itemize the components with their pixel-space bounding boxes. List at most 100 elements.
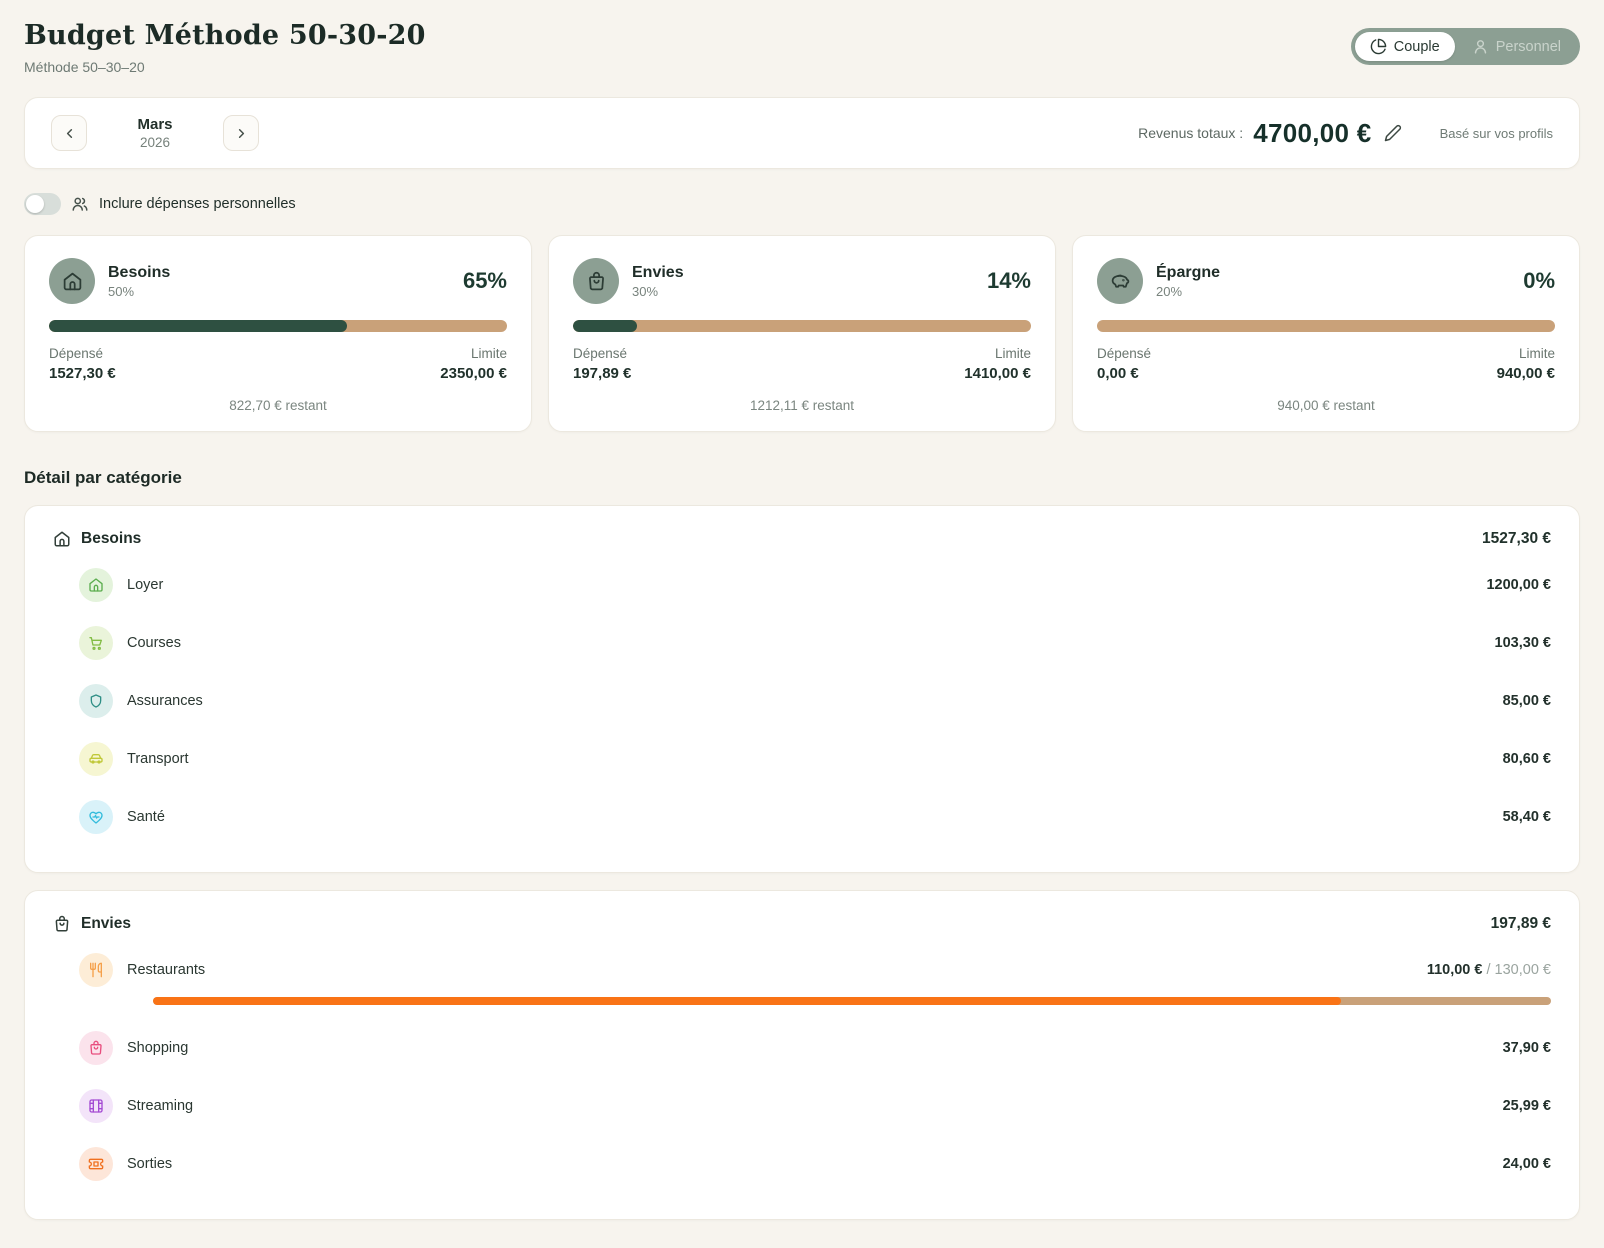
toggle-couple-label: Couple [1394,39,1440,55]
include-personal-row: Inclure dépenses personnelles [24,193,1580,215]
category-label: Sorties [127,1156,172,1172]
section-total: 1527,30 € [1482,530,1551,548]
edit-revenue-button[interactable] [1384,124,1402,142]
category-amount: 25,99 € [1503,1098,1551,1114]
shopping-bag-icon [88,1040,104,1056]
home-icon [62,271,83,292]
category-label: Transport [127,751,189,767]
home-icon [53,530,71,548]
remaining-value: 1212,11 € restant [573,398,1031,413]
category-label: Courses [127,635,181,651]
card-used-pct: 65% [463,268,507,294]
category-amount: 1200,00 € [1486,577,1551,593]
category-row-sante[interactable]: Santé 58,40 € [53,788,1551,846]
limit-value: 940,00 € [1497,365,1555,382]
month-label: Mars 2026 [127,116,183,150]
category-row-transport[interactable]: Transport 80,60 € [53,730,1551,788]
section-name: Envies [81,915,131,933]
card-target-pct: 30% [632,284,684,299]
chevron-right-icon [234,126,249,141]
pie-chart-icon [1370,38,1387,55]
epargne-progress-bar [1097,320,1555,332]
summary-card-envies: Envies 30% 14% Dépensé 197,89 € Limite 1… [548,235,1056,432]
card-target-pct: 20% [1156,284,1220,299]
remaining-value: 822,70 € restant [49,398,507,413]
spent-value: 1527,30 € [49,365,116,382]
besoins-progress-bar [49,320,507,332]
category-amount: 85,00 € [1503,693,1551,709]
toggle-personal-button[interactable]: Personnel [1457,32,1576,61]
home-icon [88,577,104,593]
besoins-avatar [49,258,95,304]
limit-value: 2350,00 € [440,365,507,382]
page-subtitle: Méthode 50–30–20 [24,59,426,75]
card-title: Épargne [1156,264,1220,282]
category-label: Loyer [127,577,163,593]
category-row-sorties[interactable]: Sorties 24,00 € [53,1135,1551,1193]
car-icon [88,751,104,767]
film-icon [88,1098,104,1114]
include-personal-label: Inclure dépenses personnelles [99,196,296,212]
category-label: Restaurants [127,962,205,978]
shield-icon [88,693,104,709]
remaining-value: 940,00 € restant [1097,398,1555,413]
chevron-left-icon [62,126,77,141]
category-label: Santé [127,809,165,825]
spent-label: Dépensé [1097,346,1151,361]
category-label: Streaming [127,1098,193,1114]
spent-value: 0,00 € [1097,365,1151,382]
revenue-hint: Basé sur vos profils [1440,126,1553,141]
section-total: 197,89 € [1491,915,1551,933]
limit-label: Limite [440,346,507,361]
piggy-bank-icon [1110,271,1131,292]
budget-page: Budget Méthode 50-30-20 Méthode 50–30–20… [0,0,1604,1248]
section-header: Envies 197,89 € [53,915,1551,933]
card-used-pct: 0% [1523,268,1555,294]
pencil-icon [1384,124,1402,142]
category-label: Shopping [127,1040,188,1056]
section-envies: Envies 197,89 € Restaurants 110,00 € / 1… [24,890,1580,1220]
card-target-pct: 50% [108,284,170,299]
category-amount: 37,90 € [1503,1040,1551,1056]
category-row-restaurants[interactable]: Restaurants 110,00 € / 130,00 € [53,933,1551,1019]
section-header: Besoins 1527,30 € [53,530,1551,548]
limit-label: Limite [1497,346,1555,361]
category-row-shopping[interactable]: Shopping 37,90 € [53,1019,1551,1077]
utensils-icon [88,962,104,978]
top-header: Budget Méthode 50-30-20 Méthode 50–30–20… [24,20,1580,75]
category-amount: 110,00 € [1427,962,1483,978]
category-row-loyer[interactable]: Loyer 1200,00 € [53,556,1551,614]
progress-fill [49,320,347,332]
view-mode-toggle: Couple Personnel [1351,28,1580,65]
section-besoins: Besoins 1527,30 € Loyer 1200,00 € Course… [24,505,1580,873]
month-name: Mars [127,116,183,133]
envies-progress-bar [573,320,1031,332]
card-title: Envies [632,264,684,282]
users-icon [71,195,89,213]
restaurants-progress-bar [153,997,1551,1005]
month-navigator: Mars 2026 [51,115,259,151]
include-personal-switch[interactable] [24,193,61,215]
card-used-pct: 14% [987,268,1031,294]
progress-fill [153,997,1341,1005]
category-amount: 58,40 € [1503,809,1551,825]
limit-label: Limite [964,346,1031,361]
summary-cards: Besoins 50% 65% Dépensé 1527,30 € Limite… [24,235,1580,432]
total-revenue: Revenus totaux : 4700,00 € Basé sur vos … [1138,118,1553,149]
category-row-assurances[interactable]: Assurances 85,00 € [53,672,1551,730]
category-label: Assurances [127,693,203,709]
page-title: Budget Méthode 50-30-20 [24,20,426,51]
switch-knob [26,195,44,213]
category-limit: / 130,00 € [1482,962,1551,978]
epargne-avatar [1097,258,1143,304]
progress-fill [573,320,637,332]
previous-month-button[interactable] [51,115,87,151]
section-name: Besoins [81,530,141,548]
toggle-couple-button[interactable]: Couple [1355,32,1455,61]
category-row-courses[interactable]: Courses 103,30 € [53,614,1551,672]
next-month-button[interactable] [223,115,259,151]
category-row-streaming[interactable]: Streaming 25,99 € [53,1077,1551,1135]
envies-avatar [573,258,619,304]
category-amount: 103,30 € [1495,635,1551,651]
spent-value: 197,89 € [573,365,631,382]
